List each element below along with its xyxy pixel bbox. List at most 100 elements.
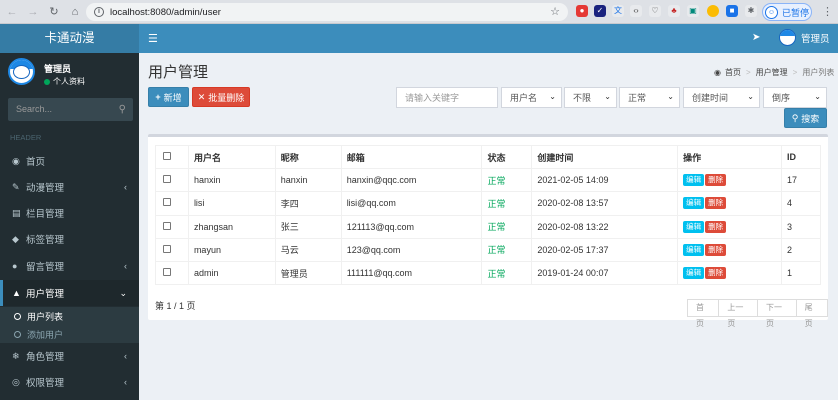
- back-icon[interactable]: ←: [3, 3, 21, 21]
- breadcrumb-current: 用户列表: [802, 68, 835, 77]
- sidebar-item-anime[interactable]: ✎ 动漫管理 ‹: [0, 174, 139, 200]
- address-bar[interactable]: i localhost:8080/admin/user ☆: [86, 3, 568, 21]
- shield-icon[interactable]: ♡: [649, 5, 661, 17]
- nickname-cell: 李四: [274, 191, 342, 216]
- sidebar-header-label: HEADER: [10, 133, 42, 142]
- breadcrumb-users[interactable]: 用户管理: [756, 67, 788, 78]
- dashboard-icon: ◉: [714, 68, 721, 77]
- nickname-cell: 张三: [274, 214, 342, 239]
- chevron-down-icon: ⌄: [119, 287, 127, 298]
- sidebar-item-label: 标签管理: [26, 235, 65, 246]
- row-checkbox[interactable]: [163, 175, 171, 184]
- breadcrumb-separator: >: [745, 68, 751, 77]
- sidebar-item-tags[interactable]: ◆ 标签管理: [0, 226, 139, 252]
- compass-icon: ◎: [12, 376, 20, 387]
- chrome-icon[interactable]: [707, 5, 719, 17]
- last-page-button[interactable]: 尾页: [795, 299, 828, 328]
- extension-icon[interactable]: ■: [726, 5, 738, 17]
- sidebar-item-users[interactable]: ▲ 用户管理 ⌄: [0, 280, 139, 306]
- breadcrumb-home[interactable]: 首页: [725, 67, 741, 78]
- sidebar-item-columns[interactable]: ▤ 栏目管理: [0, 200, 139, 226]
- delete-button[interactable]: 删除: [705, 174, 727, 187]
- select-all-checkbox[interactable]: [163, 152, 171, 161]
- extension-icon[interactable]: ●: [576, 5, 588, 17]
- first-page-button[interactable]: 首页: [687, 299, 720, 328]
- sidebar-item-home[interactable]: ◉ 首页: [0, 148, 139, 174]
- created-cell: 2020-02-05 17:37: [531, 237, 679, 262]
- sidebar-toggle-icon[interactable]: ☰: [148, 32, 158, 45]
- extension-icon[interactable]: ✓: [594, 5, 606, 17]
- column-header: 创建时间: [531, 144, 679, 170]
- row-checkbox[interactable]: [163, 244, 171, 253]
- table-row: lisi 李四 lisi@qq.com 正常 2020-02-08 13:57 …: [155, 191, 821, 216]
- puzzle-icon[interactable]: ✱: [745, 5, 757, 17]
- row-checkbox[interactable]: [163, 221, 171, 230]
- extension-icon[interactable]: ▣: [687, 5, 699, 17]
- id-cell: 2: [781, 237, 821, 262]
- add-button-label: 新增: [163, 92, 182, 103]
- user-status[interactable]: 个人资料: [44, 76, 85, 87]
- id-cell: 4: [781, 191, 821, 216]
- forward-icon[interactable]: →: [24, 3, 42, 21]
- sort-field-select[interactable]: 创建时间 ⌄: [683, 87, 760, 108]
- submenu-item-add-user[interactable]: 添加用户: [0, 325, 139, 343]
- row-checkbox[interactable]: [163, 198, 171, 207]
- location-arrow-icon[interactable]: ➤: [752, 32, 760, 43]
- extension-icon[interactable]: ♣: [668, 5, 680, 17]
- delete-button[interactable]: 删除: [705, 197, 727, 210]
- edit-button[interactable]: 编辑: [683, 220, 705, 233]
- book-icon: ▤: [12, 207, 21, 218]
- app-logo[interactable]: 卡通动漫: [0, 24, 139, 53]
- edit-button[interactable]: 编辑: [683, 174, 705, 187]
- select-value: 不限: [573, 93, 592, 103]
- sidebar-item-label: 首页: [26, 157, 46, 168]
- sort-order-select[interactable]: 倒序 ⌄: [763, 87, 827, 108]
- batch-delete-button[interactable]: ✕ 批量删除: [192, 87, 250, 107]
- reload-icon[interactable]: ↻: [45, 3, 63, 21]
- user-menu[interactable]: 管理员: [779, 29, 830, 46]
- more-menu-icon[interactable]: ⋮: [822, 5, 833, 18]
- actions-cell: 编辑 删除: [677, 237, 782, 262]
- next-page-button[interactable]: 下一页: [757, 299, 797, 328]
- column-header: 邮箱: [340, 144, 483, 170]
- username-cell: admin: [187, 260, 276, 286]
- info-icon[interactable]: i: [94, 7, 104, 17]
- chevron-down-icon: ⌄: [747, 92, 754, 101]
- username-cell: zhangsan: [187, 214, 276, 239]
- code-icon[interactable]: ‹›: [630, 5, 642, 17]
- status-cell: 正常: [481, 237, 533, 262]
- home-icon[interactable]: ⌂: [66, 3, 84, 21]
- profile-button[interactable]: ☺ 已暂停: [762, 3, 812, 21]
- sidebar-item-messages[interactable]: ● 留言管理 ‹: [0, 253, 139, 279]
- chevron-down-icon: ⌄: [814, 92, 821, 101]
- edit-button[interactable]: 编辑: [683, 267, 705, 280]
- dashboard-icon: ◉: [12, 155, 20, 166]
- row-checkbox[interactable]: [163, 268, 171, 277]
- field-select[interactable]: 用户名 ⌄: [501, 87, 562, 108]
- sidebar-search-input[interactable]: Search... ⚲: [8, 98, 133, 121]
- status-filter-select[interactable]: 不限 ⌄: [564, 87, 617, 108]
- table-row: zhangsan 张三 121113@qq.com 正常 2020-02-08 …: [155, 214, 821, 239]
- user-panel: 管理员 个人资料: [0, 53, 139, 96]
- delete-button[interactable]: 删除: [705, 243, 727, 256]
- created-cell: 2020-02-08 13:57: [531, 191, 679, 216]
- search-icon[interactable]: ⚲: [119, 98, 126, 121]
- sidebar-item-permissions[interactable]: ◎ 权限管理 ‹: [0, 369, 139, 395]
- submenu-item-user-list[interactable]: 用户列表: [0, 307, 139, 325]
- add-button[interactable]: + 新增: [148, 87, 189, 107]
- edit-button[interactable]: 编辑: [683, 243, 705, 256]
- edit-button[interactable]: 编辑: [683, 197, 705, 210]
- delete-button[interactable]: 删除: [705, 220, 727, 233]
- created-cell: 2019-01-24 00:07: [531, 260, 679, 286]
- column-header: 操作: [677, 144, 782, 170]
- bookmark-star-icon[interactable]: ☆: [550, 5, 560, 18]
- state-select[interactable]: 正常 ⌄: [619, 87, 680, 108]
- sidebar-user-name: 管理员: [44, 64, 72, 74]
- prev-page-button[interactable]: 上一页: [718, 299, 758, 328]
- sidebar-search-placeholder: Search...: [16, 104, 53, 114]
- keyword-input[interactable]: 请输入关键字: [396, 87, 498, 108]
- delete-button[interactable]: 删除: [705, 267, 727, 280]
- translate-icon[interactable]: 文: [612, 5, 624, 17]
- search-button[interactable]: ⚲ 搜索: [784, 108, 827, 128]
- sidebar-item-roles[interactable]: ❄ 角色管理 ‹: [0, 343, 139, 369]
